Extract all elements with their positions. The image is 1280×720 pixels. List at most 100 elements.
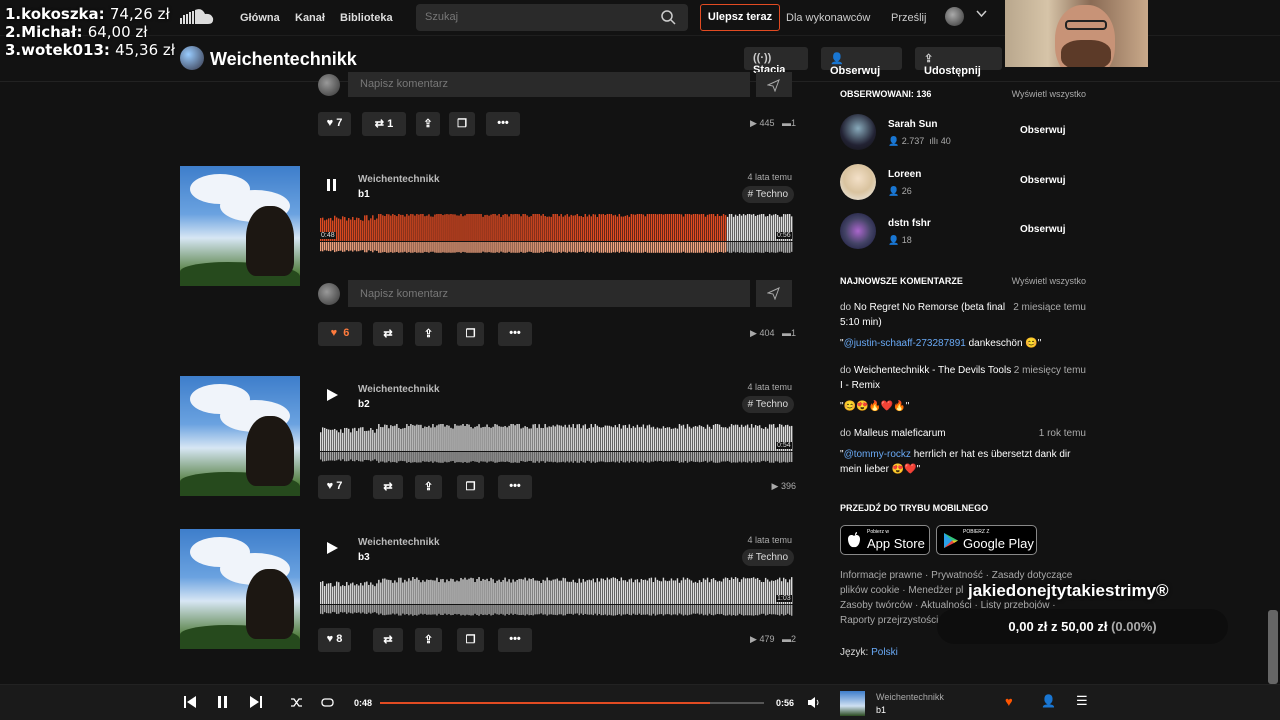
waveform[interactable] xyxy=(320,424,793,464)
track-user[interactable]: Weichentechnikk xyxy=(358,537,440,548)
next-icon[interactable] xyxy=(249,695,263,709)
send-comment-button[interactable] xyxy=(756,72,792,97)
track-artwork[interactable] xyxy=(180,166,300,286)
track-artwork[interactable] xyxy=(180,529,300,649)
like-button[interactable]: ♥ 7 xyxy=(318,475,351,499)
like-button[interactable]: ♥ 6 xyxy=(318,322,362,346)
comment-input[interactable]: Napisz komentarz xyxy=(348,72,750,97)
nav-home[interactable]: Główna xyxy=(240,12,280,24)
copy-link-button[interactable]: ❐ xyxy=(449,112,475,136)
following-avatar[interactable] xyxy=(840,114,876,150)
following-name[interactable]: Sarah Sun xyxy=(888,119,937,130)
share-button[interactable]: ⇪Udostępnij xyxy=(915,47,1002,77)
player-track-title[interactable]: b1 xyxy=(876,705,886,715)
search-icon[interactable] xyxy=(661,10,676,25)
repost-button[interactable]: ⇄ 1 xyxy=(362,112,406,136)
copy-link-button[interactable]: ❐ xyxy=(457,322,484,346)
share-track-button[interactable]: ⇪ xyxy=(415,475,442,499)
comment-track[interactable]: No Regret No Remorse (beta final xyxy=(854,302,1005,313)
repeat-icon[interactable] xyxy=(321,697,334,708)
track-title[interactable]: b3 xyxy=(358,552,370,563)
volume-icon[interactable] xyxy=(807,696,820,709)
following-name[interactable]: Loreen xyxy=(888,169,921,180)
repost-button[interactable]: ⇄ xyxy=(373,322,403,346)
more-button[interactable]: ••• xyxy=(486,112,520,136)
following-name[interactable]: dstn fshr xyxy=(888,218,931,229)
following-see-all-link[interactable]: Wyświetl wszystko xyxy=(1012,89,1086,99)
like-button[interactable]: ♥ 7 xyxy=(318,112,351,136)
upload-link[interactable]: Prześlij xyxy=(891,12,926,24)
station-button[interactable]: ((·))Stacja xyxy=(744,47,808,76)
follow-user-button[interactable]: Obserwuj xyxy=(1020,175,1066,186)
page-scrollbar[interactable] xyxy=(1268,610,1278,684)
comment-track-cont[interactable]: I - Remix xyxy=(840,380,880,391)
track-title[interactable]: b1 xyxy=(358,189,370,200)
follow-user-button[interactable]: Obserwuj xyxy=(1020,125,1066,136)
app-store-button[interactable]: Pobierz w App Store xyxy=(840,525,930,555)
track-artwork[interactable] xyxy=(180,376,300,496)
upgrade-button[interactable]: Ulepsz teraz xyxy=(700,4,780,31)
user-avatar[interactable] xyxy=(945,7,964,26)
player-follow-icon[interactable]: 👤 xyxy=(1041,694,1056,708)
search-input[interactable]: Szukaj xyxy=(416,4,688,31)
waveform-bar xyxy=(614,425,617,451)
play-icon[interactable] xyxy=(325,388,339,402)
mention-link[interactable]: @justin-schaaff-273287891 xyxy=(844,338,966,349)
track-user[interactable]: Weichentechnikk xyxy=(358,174,440,185)
nav-feed[interactable]: Kanał xyxy=(295,12,325,24)
pause-icon[interactable] xyxy=(325,178,339,192)
comment-track[interactable]: Weichentechnikk - The Devils Tools xyxy=(854,365,1011,376)
nav-library[interactable]: Biblioteka xyxy=(340,12,393,24)
chevron-down-icon[interactable] xyxy=(976,10,987,18)
queue-icon[interactable]: ☰ xyxy=(1076,693,1088,709)
waveform[interactable] xyxy=(320,577,793,617)
play-icon[interactable] xyxy=(325,541,339,555)
like-button[interactable]: ♥ 8 xyxy=(318,628,351,652)
genre-tag[interactable]: # Techno xyxy=(741,396,794,413)
waveform-reflection xyxy=(520,452,522,462)
pause-icon[interactable] xyxy=(216,695,230,709)
mention-link[interactable]: @tommy-rockz xyxy=(844,449,911,460)
share-track-button[interactable]: ⇪ xyxy=(415,628,442,652)
language-link[interactable]: Polski xyxy=(871,647,898,658)
comment-track-cont[interactable]: 5:10 min) xyxy=(840,317,882,328)
for-artists-link[interactable]: Dla wykonawców xyxy=(786,12,870,24)
share-track-button[interactable]: ⇪ xyxy=(415,322,442,346)
follow-button[interactable]: 👤Obserwuj xyxy=(821,47,902,77)
waveform-reflection xyxy=(756,452,759,463)
google-play-button[interactable]: POBIERZ Z Google Play xyxy=(936,525,1037,555)
waveform-bar xyxy=(556,214,558,241)
genre-tag[interactable]: # Techno xyxy=(741,186,794,203)
track-title[interactable]: b2 xyxy=(358,399,370,410)
share-icon: ⇪ xyxy=(423,328,434,340)
more-button[interactable]: ••• xyxy=(498,475,532,499)
following-avatar[interactable] xyxy=(840,164,876,200)
profile-avatar[interactable] xyxy=(180,46,204,70)
shuffle-icon[interactable] xyxy=(290,697,303,708)
repost-button[interactable]: ⇄ xyxy=(373,475,403,499)
player-artwork[interactable] xyxy=(840,691,865,716)
soundcloud-logo-icon[interactable] xyxy=(180,8,217,31)
player-progress-bar[interactable] xyxy=(380,702,764,704)
copy-link-button[interactable]: ❐ xyxy=(457,475,484,499)
following-avatar[interactable] xyxy=(840,213,876,249)
comments-see-all-link[interactable]: Wyświetl wszystko xyxy=(1012,276,1086,286)
waveform[interactable] xyxy=(320,214,793,254)
player-track-user[interactable]: Weichentechnikk xyxy=(876,692,944,702)
comment-input[interactable]: Napisz komentarz xyxy=(348,280,750,307)
copy-link-button[interactable]: ❐ xyxy=(457,628,484,652)
repost-button[interactable]: ⇄ xyxy=(373,628,403,652)
comment-track[interactable]: Malleus maleficarum xyxy=(854,428,946,439)
waveform-reflection xyxy=(452,452,454,461)
send-comment-button[interactable] xyxy=(756,280,792,307)
genre-tag[interactable]: # Techno xyxy=(741,549,794,566)
more-button[interactable]: ••• xyxy=(498,322,532,346)
previous-icon[interactable] xyxy=(183,695,197,709)
more-button[interactable]: ••• xyxy=(498,628,532,652)
waveform-reflection xyxy=(746,242,749,253)
share-track-button[interactable]: ⇪ xyxy=(416,112,440,136)
follow-user-button[interactable]: Obserwuj xyxy=(1020,224,1066,235)
waveform-bar xyxy=(648,424,651,451)
player-like-icon[interactable]: ♥ xyxy=(1005,694,1013,709)
track-user[interactable]: Weichentechnikk xyxy=(358,384,440,395)
